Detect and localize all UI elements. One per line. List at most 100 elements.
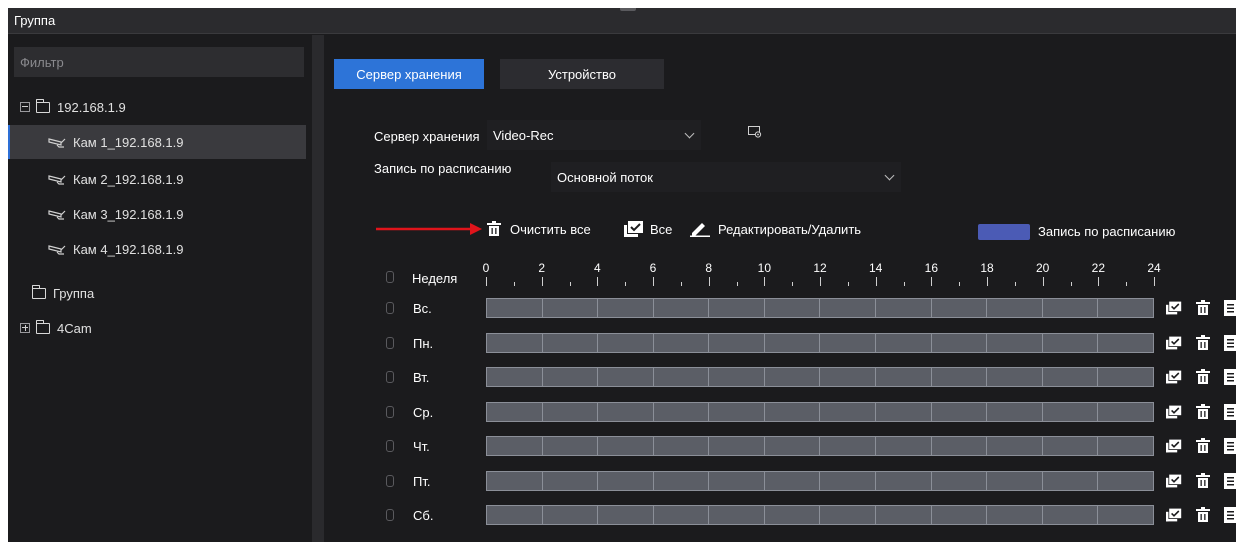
time-slot-cell[interactable]: [709, 506, 765, 524]
time-slot-cell[interactable]: [487, 333, 543, 352]
time-slot-cell[interactable]: [543, 299, 599, 317]
time-slot-cell[interactable]: [820, 402, 877, 421]
time-slot-cell[interactable]: [598, 402, 654, 421]
time-slot-cell[interactable]: [932, 333, 988, 352]
copy-icon[interactable]: [1166, 473, 1182, 489]
lock-icon[interactable]: [386, 302, 394, 314]
trash-icon[interactable]: [1195, 300, 1211, 316]
time-slot-cell[interactable]: [654, 437, 710, 455]
tree-item-cam-2[interactable]: Кам 2_192.168.1.9: [8, 162, 306, 196]
time-slot-cell[interactable]: [932, 402, 988, 421]
time-slot-cell[interactable]: [654, 471, 710, 490]
time-slot-cell[interactable]: [654, 333, 710, 352]
time-slot-cell[interactable]: [820, 506, 877, 524]
time-slot-cell[interactable]: [543, 506, 599, 524]
time-slot-cell[interactable]: [654, 506, 710, 524]
tree-item-4cam[interactable]: 4Cam: [8, 311, 306, 345]
time-slot-cell[interactable]: [487, 437, 543, 455]
time-slot-cell[interactable]: [1098, 506, 1153, 524]
time-slot-cell[interactable]: [1043, 368, 1099, 386]
lock-icon[interactable]: [386, 405, 394, 418]
trash-icon[interactable]: [1195, 334, 1211, 351]
time-slot-cell[interactable]: [820, 471, 877, 490]
time-slot-cell[interactable]: [709, 471, 765, 490]
lock-icon[interactable]: [386, 371, 394, 383]
tree-item-cam-1[interactable]: Кам 1_192.168.1.9: [8, 125, 306, 159]
settings-icon[interactable]: [748, 126, 762, 138]
time-slot-cell[interactable]: [1043, 471, 1099, 490]
tree-item-group[interactable]: Группа: [8, 276, 306, 310]
time-slot-cell[interactable]: [987, 299, 1043, 317]
time-slot-cell[interactable]: [598, 299, 654, 317]
time-slot-cell[interactable]: [765, 471, 821, 490]
tree-item-cam-3[interactable]: Кам 3_192.168.1.9: [8, 197, 306, 231]
copy-icon[interactable]: [1166, 507, 1182, 523]
time-slot-cell[interactable]: [709, 402, 765, 421]
clear-all-button[interactable]: Очистить все: [486, 221, 591, 237]
time-slot-cell[interactable]: [876, 471, 932, 490]
time-slot-cell[interactable]: [765, 437, 821, 455]
time-slot-cell[interactable]: [487, 368, 543, 386]
time-slot-cell[interactable]: [820, 437, 877, 455]
day-schedule-bar[interactable]: [486, 298, 1154, 318]
time-slot-cell[interactable]: [876, 333, 932, 352]
day-schedule-bar[interactable]: [486, 436, 1154, 456]
time-slot-cell[interactable]: [987, 471, 1043, 490]
time-slot-cell[interactable]: [1098, 403, 1153, 421]
time-slot-cell[interactable]: [1098, 334, 1153, 352]
time-slot-cell[interactable]: [598, 437, 654, 455]
time-slot-cell[interactable]: [820, 299, 877, 317]
time-slot-cell[interactable]: [987, 402, 1043, 421]
paste-icon[interactable]: [1223, 438, 1236, 454]
paste-icon[interactable]: [1223, 334, 1236, 351]
time-slot-cell[interactable]: [543, 402, 599, 421]
time-slot-cell[interactable]: [876, 299, 932, 317]
time-slot-cell[interactable]: [932, 299, 988, 317]
time-slot-cell[interactable]: [1098, 368, 1153, 386]
time-slot-cell[interactable]: [709, 333, 765, 352]
time-slot-cell[interactable]: [932, 368, 988, 386]
tab-storage-server[interactable]: Сервер хранения: [334, 59, 484, 89]
time-slot-cell[interactable]: [987, 368, 1043, 386]
time-slot-cell[interactable]: [932, 471, 988, 490]
time-slot-cell[interactable]: [487, 471, 543, 490]
lock-icon[interactable]: [386, 509, 394, 521]
day-schedule-bar[interactable]: [486, 401, 1154, 422]
panel-splitter[interactable]: [312, 35, 324, 542]
time-slot-cell[interactable]: [598, 333, 654, 352]
time-slot-cell[interactable]: [487, 506, 543, 524]
time-slot-cell[interactable]: [487, 299, 543, 317]
time-slot-cell[interactable]: [765, 368, 821, 386]
time-slot-cell[interactable]: [932, 506, 988, 524]
copy-icon[interactable]: [1166, 300, 1182, 316]
time-slot-cell[interactable]: [543, 471, 599, 490]
trash-icon[interactable]: [1195, 438, 1211, 454]
tab-device[interactable]: Устройство: [500, 59, 664, 89]
trash-icon[interactable]: [1195, 403, 1211, 420]
collapse-icon[interactable]: [20, 102, 30, 112]
time-slot-cell[interactable]: [876, 506, 932, 524]
lock-icon[interactable]: [386, 336, 394, 349]
time-slot-cell[interactable]: [709, 299, 765, 317]
copy-icon[interactable]: [1166, 335, 1182, 351]
day-schedule-bar[interactable]: [486, 332, 1154, 353]
time-slot-cell[interactable]: [876, 402, 932, 421]
time-slot-cell[interactable]: [987, 437, 1043, 455]
stream-select[interactable]: Основной поток: [551, 162, 901, 192]
time-slot-cell[interactable]: [654, 402, 710, 421]
time-slot-cell[interactable]: [765, 506, 821, 524]
time-slot-cell[interactable]: [876, 437, 932, 455]
time-slot-cell[interactable]: [932, 437, 988, 455]
trash-icon[interactable]: [1195, 507, 1211, 523]
time-slot-cell[interactable]: [487, 402, 543, 421]
time-slot-cell[interactable]: [654, 299, 710, 317]
tree-item-192-168-1-9[interactable]: 192.168.1.9: [8, 90, 306, 124]
time-slot-cell[interactable]: [1043, 333, 1099, 352]
time-slot-cell[interactable]: [598, 506, 654, 524]
paste-icon[interactable]: [1223, 472, 1236, 489]
paste-icon[interactable]: [1223, 403, 1236, 420]
copy-icon[interactable]: [1166, 369, 1182, 385]
time-slot-cell[interactable]: [1043, 437, 1099, 455]
expand-icon[interactable]: [20, 323, 30, 333]
time-slot-cell[interactable]: [1043, 506, 1099, 524]
